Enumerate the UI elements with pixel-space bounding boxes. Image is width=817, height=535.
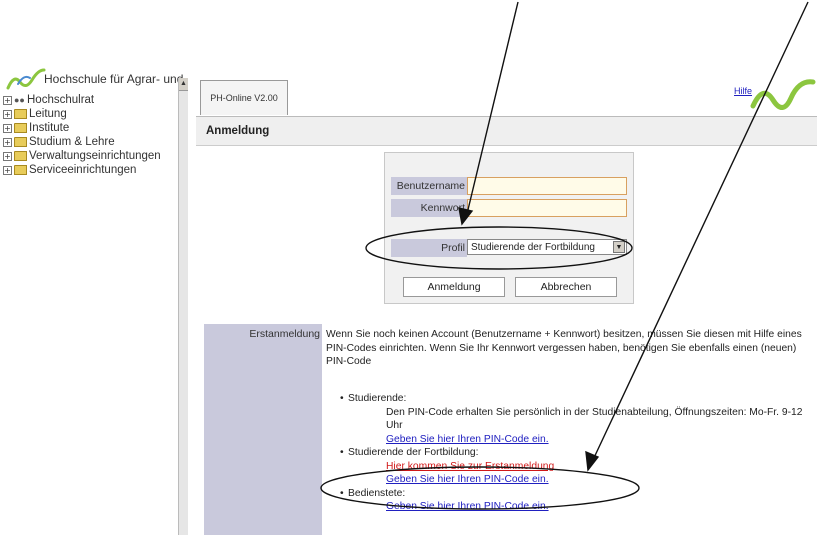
university-name: Hochschule für Agrar- und (44, 72, 184, 86)
profile-label: Profil (391, 239, 467, 257)
group-description: Den PIN-Code erhalten Sie persönlich in … (386, 406, 803, 432)
university-logo-icon (6, 68, 46, 90)
list-item-bedienstete: Bedienstete: Geben Sie hier Ihren PIN-Co… (326, 487, 814, 514)
scroll-up-icon[interactable]: ▲ (179, 78, 188, 91)
first-login-label-cell: Erstanmeldung (204, 324, 322, 535)
password-label: Kennwort (391, 199, 467, 217)
header-bar: PH-Online V2.00 Hilfe (196, 76, 817, 117)
group-title: Studierende der Fortbildung: (348, 447, 479, 458)
chevron-down-icon[interactable]: ▼ (613, 241, 625, 253)
tree-item-label: Hochschulrat (27, 94, 95, 106)
tab-ph-online[interactable]: PH-Online V2.00 (200, 80, 288, 115)
login-form: Benutzername Kennwort Profil Studierende… (384, 152, 634, 304)
folder-icon (14, 137, 27, 147)
pin-code-link[interactable]: Geben Sie hier Ihren PIN-Code ein. (348, 473, 814, 487)
pin-code-link[interactable]: Geben Sie hier Ihren PIN-Code ein. (348, 500, 814, 514)
password-input[interactable] (467, 199, 627, 217)
tree-item-label: Studium & Lehre (29, 136, 115, 148)
tree-item-label: Verwaltungseinrichtungen (29, 150, 161, 162)
expand-icon[interactable]: + (3, 95, 12, 105)
profile-select[interactable]: Studierende der Fortbildung ▼ (467, 239, 627, 255)
page-title: Anmeldung (206, 125, 270, 137)
ph-online-logo-icon (750, 79, 816, 110)
tree-item-label: Leitung (29, 108, 67, 120)
folder-icon (14, 165, 27, 175)
group-title: Studierende: (348, 393, 407, 404)
tree-item-label: Institute (29, 122, 70, 134)
login-button[interactable]: Anmeldung (403, 277, 505, 297)
navigation-tree: + ●● Hochschulrat + Leitung + Institute … (3, 93, 161, 177)
first-login-label: Erstanmeldung (249, 328, 320, 340)
main-frame: PH-Online V2.00 Hilfe Anmeldung Benutzer… (196, 76, 817, 535)
username-label: Benutzername (391, 177, 467, 195)
folder-icon (14, 151, 27, 161)
list-item-studierende-fortbildung: Studierende der Fortbildung: Hier kommen… (326, 446, 814, 487)
tree-item-label: Serviceeinrichtungen (29, 164, 137, 176)
vertical-scrollbar[interactable]: ▲ (178, 78, 188, 535)
group-title: Bedienstete: (348, 487, 406, 499)
profile-selected-value: Studierende der Fortbildung (471, 242, 595, 253)
expand-icon[interactable]: + (3, 165, 12, 175)
expand-icon[interactable]: + (3, 137, 12, 147)
tree-item-leitung[interactable]: + Leitung (3, 107, 161, 121)
list-item-studierende: Studierende: Den PIN-Code erhalten Sie p… (326, 392, 814, 446)
tree-item-institute[interactable]: + Institute (3, 121, 161, 135)
tree-item-serviceeinrichtungen[interactable]: + Serviceeinrichtungen (3, 163, 161, 177)
tree-item-verwaltungseinrichtungen[interactable]: + Verwaltungseinrichtungen (3, 149, 161, 163)
title-bar: Anmeldung (196, 117, 817, 146)
expand-icon[interactable]: + (3, 123, 12, 133)
folder-icon (14, 109, 27, 119)
pin-code-link[interactable]: Geben Sie hier Ihren PIN-Code ein. (348, 433, 814, 447)
left-navigation-frame: Hochschule für Agrar- und + ●● Hochschul… (0, 0, 183, 535)
tree-item-hochschulrat[interactable]: + ●● Hochschulrat (3, 93, 161, 107)
tree-item-studium-lehre[interactable]: + Studium & Lehre (3, 135, 161, 149)
people-icon: ●● (14, 94, 25, 105)
username-input[interactable] (467, 177, 627, 195)
expand-icon[interactable]: + (3, 151, 12, 161)
pin-code-list: Studierende: Den PIN-Code erhalten Sie p… (326, 392, 814, 514)
cancel-button[interactable]: Abbrechen (515, 277, 617, 297)
first-login-section: Erstanmeldung Wenn Sie noch keinen Accou… (196, 324, 817, 535)
expand-icon[interactable]: + (3, 109, 12, 119)
first-login-link[interactable]: Hier kommen Sie zur Erstanmeldung (348, 460, 814, 474)
first-login-text: Wenn Sie noch keinen Account (Benutzerna… (326, 329, 802, 367)
folder-icon (14, 123, 27, 133)
